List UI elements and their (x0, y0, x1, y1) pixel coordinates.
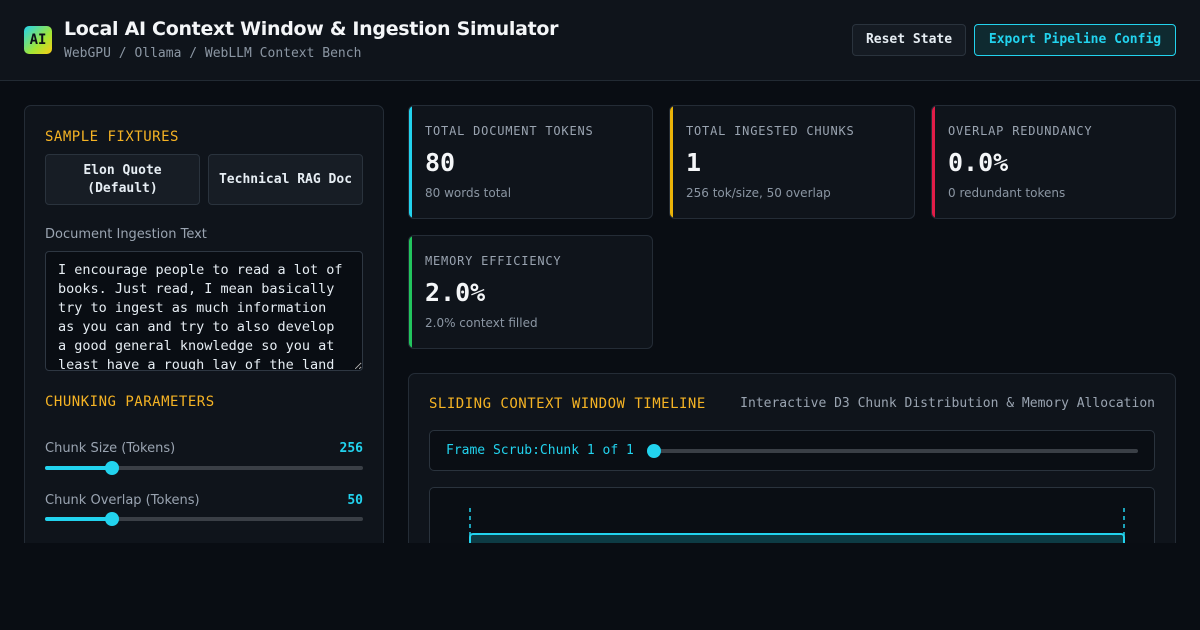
stat-accent (409, 236, 412, 348)
fixture-technical-rag-button[interactable]: Technical RAG Doc (208, 154, 363, 205)
timeline-subtitle: Interactive D3 Chunk Distribution & Memo… (740, 396, 1155, 411)
app-header: AI Local AI Context Window & Ingestion S… (0, 0, 1200, 81)
frame-scrub-label: Frame Scrub:Chunk 1 of 1 (446, 443, 634, 458)
chunk-size-value: 256 (339, 441, 363, 456)
stat-card-memory-efficiency: MEMORY EFFICIENCY 2.0% 2.0% context fill… (408, 235, 653, 349)
stat-accent (409, 106, 412, 218)
stat-card-total-tokens: TOTAL DOCUMENT TOKENS 80 80 words total (408, 105, 653, 219)
frame-scrub-bar: Frame Scrub:Chunk 1 of 1 (429, 430, 1155, 471)
slider-thumb[interactable] (647, 444, 661, 458)
stat-card-overlap-redundancy: OVERLAP REDUNDANCY 0.0% 0 redundant toke… (931, 105, 1176, 219)
chunk-size-slider[interactable] (45, 461, 363, 475)
stat-subtext: 256 tok/size, 50 overlap (686, 186, 831, 200)
fixtures-heading: SAMPLE FIXTURES (45, 129, 179, 145)
stat-accent (670, 106, 673, 218)
config-panel: SAMPLE FIXTURES Elon Quote (Default) Tec… (24, 105, 384, 565)
chunking-heading: CHUNKING PARAMETERS (45, 394, 215, 410)
slider-fill (45, 466, 112, 470)
chunk-size-label: Chunk Size (Tokens) (45, 441, 176, 456)
slider-thumb[interactable] (104, 512, 119, 526)
stat-value: 1 (686, 148, 702, 177)
stat-label: TOTAL INGESTED CHUNKS (686, 124, 855, 138)
stat-subtext: 2.0% context filled (425, 316, 538, 330)
stat-subtext: 0 redundant tokens (948, 186, 1066, 200)
stat-value: 80 (425, 148, 456, 177)
stat-value: 2.0% (425, 278, 486, 307)
page-title: Local AI Context Window & Ingestion Simu… (64, 18, 559, 40)
frame-scrub-slider[interactable] (647, 444, 1138, 458)
chunk-overlap-label: Chunk Overlap (Tokens) (45, 493, 200, 508)
stat-value: 0.0% (948, 148, 1009, 177)
page-footer-area (0, 543, 1200, 630)
doc-text-label: Document Ingestion Text (45, 227, 207, 242)
stat-label: TOTAL DOCUMENT TOKENS (425, 124, 594, 138)
document-text-input[interactable] (45, 251, 363, 371)
timeline-title: SLIDING CONTEXT WINDOW TIMELINE (429, 396, 706, 412)
slider-fill (45, 517, 112, 521)
stat-card-ingested-chunks: TOTAL INGESTED CHUNKS 1 256 tok/size, 50… (669, 105, 915, 219)
stat-label: OVERLAP REDUNDANCY (948, 124, 1093, 138)
reset-state-button[interactable]: Reset State (852, 24, 966, 56)
stat-accent (932, 106, 935, 218)
slider-track (654, 449, 1138, 453)
slider-thumb[interactable] (104, 461, 119, 475)
page-subtitle: WebGPU / Ollama / WebLLM Context Bench (64, 46, 362, 61)
stat-subtext: 80 words total (425, 186, 512, 200)
fixture-label: Elon Quote (Default) (83, 162, 162, 196)
stat-label: MEMORY EFFICIENCY (425, 254, 562, 268)
chunk-overlap-slider[interactable] (45, 512, 363, 526)
chunk-overlap-value: 50 (347, 493, 363, 508)
app-logo: AI (24, 26, 52, 54)
export-config-button[interactable]: Export Pipeline Config (974, 24, 1176, 56)
fixture-label: Technical RAG Doc (218, 171, 353, 187)
fixture-elon-quote-button[interactable]: Elon Quote (Default) (45, 154, 200, 205)
